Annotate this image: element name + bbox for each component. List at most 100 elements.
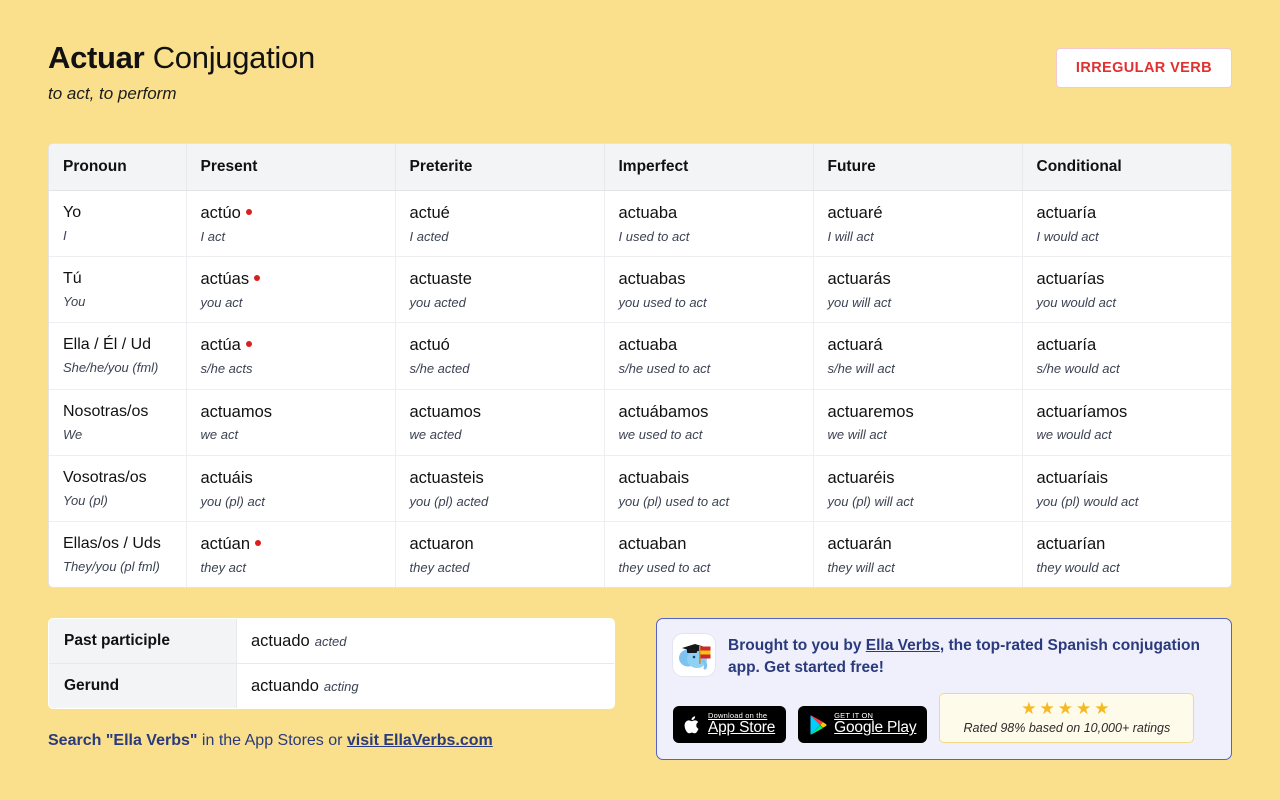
table-row: Ellas/os / Uds They/you (pl fml)actúanthe…: [49, 522, 1231, 588]
pronoun-spanish: Nosotras/os: [63, 402, 186, 422]
promo-text-before: Brought to you by: [728, 637, 866, 654]
column-header-imperfect: Imperfect: [604, 144, 813, 191]
conjugation-english: they act: [201, 560, 395, 576]
conjugation-english: you (pl) will act: [828, 494, 1022, 510]
gerund-value: actuandoacting: [237, 664, 615, 709]
pronoun-spanish: Yo: [63, 203, 186, 223]
conjugation-form: actuaría: [1037, 204, 1097, 222]
rating-box: ★★★★★ Rated 98% based on 10,000+ ratings: [939, 693, 1194, 743]
conjugation-cell: actuáisyou (pl) act: [186, 455, 395, 521]
conjugation-form: actuaréis: [828, 469, 895, 487]
gerund-label: Gerund: [49, 664, 237, 709]
search-hint-mid: in the App Stores or: [197, 732, 346, 749]
conjugation-spanish: actuaba: [619, 335, 813, 356]
conjugation-spanish: actuaré: [828, 203, 1022, 224]
conjugation-form: actuamos: [410, 403, 482, 421]
conjugation-form: actuaríamos: [1037, 403, 1128, 421]
conjugation-cell: actuábamoswe used to act: [604, 389, 813, 455]
table-row: Nosotras/osWeactuamoswe actactuamoswe ac…: [49, 389, 1231, 455]
pronoun-english: I: [63, 228, 186, 244]
conjugation-spanish: actuará: [828, 335, 1022, 356]
past-participle-gloss: acted: [315, 634, 347, 649]
conjugation-spanish: actuarán: [828, 534, 1022, 555]
promo-card: Brought to you by Ella Verbs, the top-ra…: [656, 618, 1232, 760]
promo-bottom: Download on the App Store GET IT ON Goog…: [673, 693, 1215, 743]
forms-and-search: Past participle actuadoacted Gerund actu…: [48, 618, 615, 760]
gerund-spanish: actuando: [251, 677, 319, 695]
table-header-row: PronounPresentPreteriteImperfectFutureCo…: [49, 144, 1231, 191]
promo-top: Brought to you by Ella Verbs, the top-ra…: [673, 634, 1215, 679]
google-play-big-label: Google Play: [834, 720, 916, 736]
conjugation-cell: actuabasyou used to act: [604, 257, 813, 323]
conjugation-spanish: actúo: [201, 203, 395, 224]
conjugation-english: they will act: [828, 560, 1022, 576]
conjugation-form: actuarán: [828, 535, 892, 553]
column-header-present: Present: [186, 144, 395, 191]
google-play-icon: [809, 715, 827, 735]
promo-text: Brought to you by Ella Verbs, the top-ra…: [728, 634, 1215, 679]
conjugation-english: s/he acted: [410, 361, 604, 377]
past-participle-row: Past participle actuadoacted: [49, 619, 615, 664]
app-store-button[interactable]: Download on the App Store: [673, 706, 786, 743]
bottom-section: Past participle actuadoacted Gerund actu…: [48, 618, 1232, 760]
table-row: YoIactúoI actactuéI actedactuabaI used t…: [49, 191, 1231, 257]
conjugation-form: actuarás: [828, 270, 891, 288]
verb-translation: to act, to perform: [48, 84, 1232, 104]
ella-verbs-link[interactable]: Ella Verbs: [866, 637, 940, 654]
ellaverbs-website-link[interactable]: visit EllaVerbs.com: [347, 732, 493, 749]
conjugation-english: I used to act: [619, 229, 813, 245]
conjugation-english: we acted: [410, 427, 604, 443]
pronoun-english: You: [63, 294, 186, 310]
conjugation-spanish: actué: [410, 203, 604, 224]
title-suffix: Conjugation: [144, 40, 314, 75]
conjugation-cell: actuarás/he will act: [813, 323, 1022, 389]
conjugation-form: actuaron: [410, 535, 474, 553]
search-hint-bold: Search "Ella Verbs": [48, 732, 197, 749]
past-participle-spanish: actuado: [251, 632, 310, 650]
gerund-row: Gerund actuandoacting: [49, 664, 615, 709]
conjugation-spanish: actuarían: [1037, 534, 1232, 555]
conjugation-cell: actúanthey act: [186, 522, 395, 588]
conjugation-english: they would act: [1037, 560, 1232, 576]
column-header-conditional: Conditional: [1022, 144, 1231, 191]
pronoun-english: They/you (pl fml): [63, 559, 186, 575]
conjugation-spanish: actuarás: [828, 269, 1022, 290]
conjugation-english: you would act: [1037, 295, 1232, 311]
elephant-graduation-flag-icon: [673, 634, 715, 676]
conjugation-form: actúa: [201, 336, 241, 354]
conjugation-cell: actuarán they will act: [813, 522, 1022, 588]
star-rating-icons: ★★★★★: [948, 700, 1185, 719]
conjugation-english: I will act: [828, 229, 1022, 245]
column-header-preterite: Preterite: [395, 144, 604, 191]
conjugation-spanish: actuabais: [619, 468, 813, 489]
google-play-button[interactable]: GET IT ON Google Play: [798, 706, 927, 743]
conjugation-english: you (pl) would act: [1037, 494, 1232, 510]
conjugation-spanish: actuaría: [1037, 203, 1232, 224]
conjugation-form: actuaba: [619, 204, 678, 222]
pronoun-cell: Ellas/os / Uds They/you (pl fml): [49, 522, 186, 588]
past-participle-value: actuado acted: [237, 619, 615, 664]
conjugation-form: actuasteis: [410, 469, 484, 487]
pronoun-spanish: Vosotras/os: [63, 468, 186, 488]
conjugation-form: actuarían: [1037, 535, 1106, 553]
pronoun-english: You (pl): [63, 493, 186, 509]
conjugation-form: actuamos: [201, 403, 273, 421]
pronoun-spanish: Ellas/os / Uds: [63, 534, 186, 554]
conjugation-cell: actuamos we acted: [395, 389, 604, 455]
conjugation-cell: actúo I act: [186, 191, 395, 257]
conjugation-form: actuáis: [201, 469, 253, 487]
conjugation-spanish: actuaste: [410, 269, 604, 290]
conjugation-english: I act: [201, 229, 395, 245]
conjugation-english: s/he would act: [1037, 361, 1232, 377]
app-store-text: Download on the App Store: [708, 712, 775, 736]
conjugation-cell: actuaríasyou would act: [1022, 257, 1231, 323]
pronoun-spanish: Ella / Él / Ud: [63, 335, 186, 355]
pronoun-cell: Vosotras/os You (pl): [49, 455, 186, 521]
conjugation-cell: actuós/he acted: [395, 323, 604, 389]
conjugation-spanish: actuaríamos: [1037, 402, 1232, 423]
conjugation-cell: actuabaisyou (pl) used to act: [604, 455, 813, 521]
conjugation-form: actuaremos: [828, 403, 914, 421]
irregular-verb-badge: IRREGULAR VERB: [1056, 48, 1232, 88]
irregular-marker-dot: [246, 209, 252, 215]
conjugation-cell: actuabas/he used to act: [604, 323, 813, 389]
